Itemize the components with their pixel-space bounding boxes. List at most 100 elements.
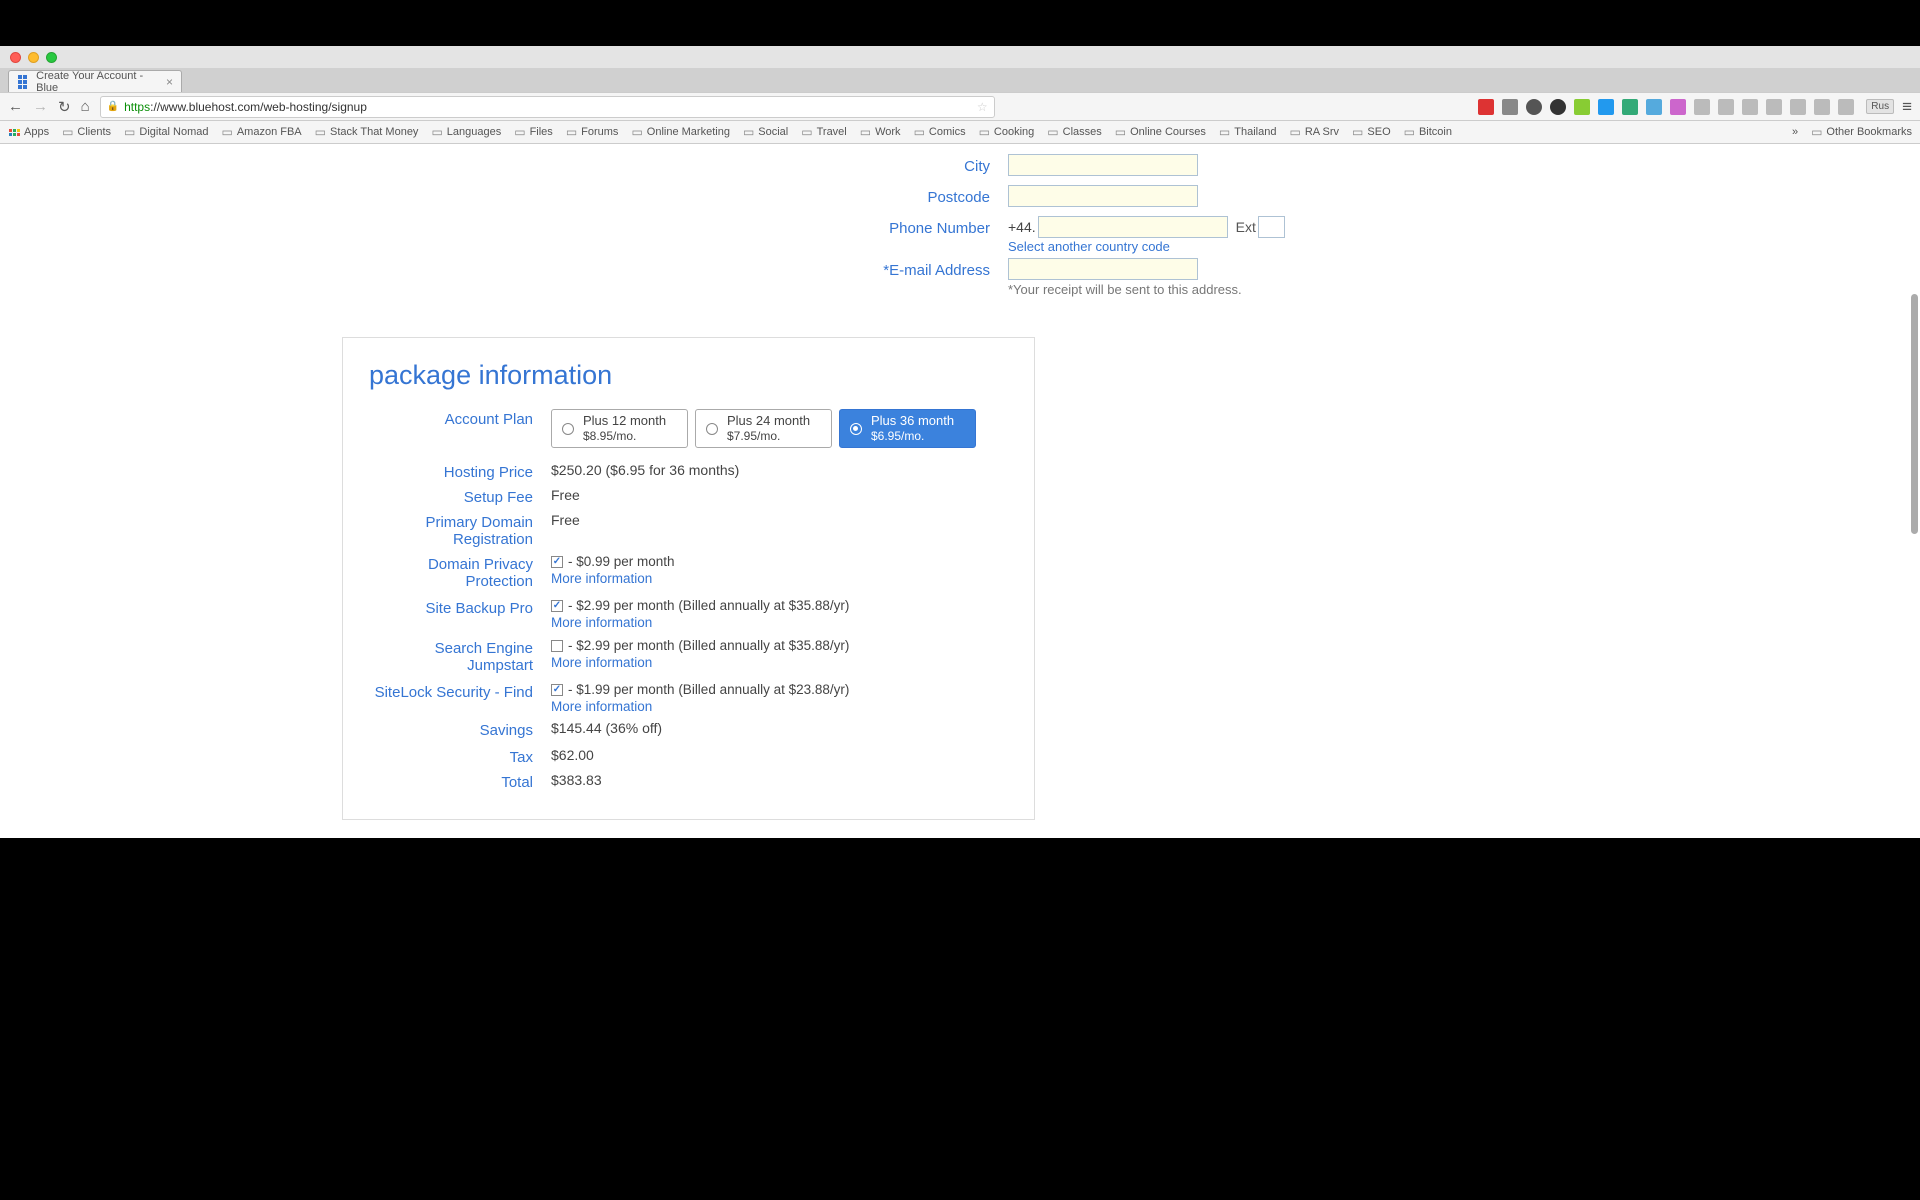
ext-input[interactable] [1258, 216, 1285, 238]
sitelock-more-info[interactable]: More information [551, 699, 1008, 714]
extension-icon[interactable] [1646, 99, 1662, 115]
seo-text: - $2.99 per month (Billed annually at $3… [568, 638, 849, 653]
backup-label: Site Backup Pro [369, 598, 551, 617]
extension-icon[interactable] [1838, 99, 1854, 115]
apps-shortcut[interactable]: Apps [8, 126, 49, 138]
bookmark-folder[interactable]: ▭SEO [1352, 125, 1391, 139]
bookmark-folder[interactable]: ▭Stack That Money [315, 125, 419, 139]
bookmark-folder[interactable]: ▭Languages [431, 125, 501, 139]
extension-icon[interactable] [1478, 99, 1494, 115]
country-code-link[interactable]: Select another country code [1008, 239, 1460, 254]
other-bookmarks[interactable]: ▭Other Bookmarks [1811, 125, 1912, 139]
extension-icon[interactable] [1718, 99, 1734, 115]
window-maximize-button[interactable] [46, 52, 57, 63]
backup-text: - $2.99 per month (Billed annually at $3… [568, 598, 849, 613]
bookmark-folder[interactable]: ▭Work [860, 125, 901, 139]
plan-12-month[interactable]: Plus 12 month$8.95/mo. [551, 409, 688, 448]
extension-icon[interactable] [1502, 99, 1518, 115]
bookmark-folder[interactable]: ▭RA Srv [1289, 125, 1339, 139]
folder-icon: ▭ [1115, 125, 1126, 139]
scrollbar-thumb[interactable] [1911, 294, 1918, 534]
bookmark-folder[interactable]: ▭Online Marketing [631, 125, 730, 139]
bookmark-overflow[interactable]: » [1792, 126, 1798, 138]
window-close-button[interactable] [10, 52, 21, 63]
extension-icon[interactable] [1574, 99, 1590, 115]
bookmark-folder[interactable]: ▭Cooking [979, 125, 1035, 139]
radio-icon [850, 423, 862, 435]
bookmark-folder[interactable]: ▭Forums [566, 125, 619, 139]
plan-24-month[interactable]: Plus 24 month$7.95/mo. [695, 409, 832, 448]
backup-checkbox[interactable] [551, 600, 563, 612]
bookmark-folder[interactable]: ▭Bitcoin [1404, 125, 1452, 139]
page-content: City Postcode Phone Number +44. Ext Sele… [0, 144, 1920, 838]
bookmark-folder[interactable]: ▭Files [514, 125, 553, 139]
extension-icon[interactable] [1622, 99, 1638, 115]
folder-icon: ▭ [979, 125, 990, 139]
bookmark-folder[interactable]: ▭Online Courses [1115, 125, 1206, 139]
privacy-more-info[interactable]: More information [551, 571, 1008, 586]
browser-menu-button[interactable]: ≡ [1902, 97, 1912, 117]
setup-fee-label: Setup Fee [369, 487, 551, 506]
tab-favicon [17, 75, 30, 89]
extension-icon[interactable] [1670, 99, 1686, 115]
bookmark-folder[interactable]: ▭Classes [1047, 125, 1101, 139]
email-input[interactable] [1008, 258, 1198, 280]
extension-icon[interactable] [1598, 99, 1614, 115]
sitelock-checkbox[interactable] [551, 684, 563, 696]
seo-more-info[interactable]: More information [551, 655, 1008, 670]
extension-icon[interactable] [1526, 99, 1542, 115]
folder-icon: ▭ [1047, 125, 1058, 139]
bookmark-folder[interactable]: ▭Comics [914, 125, 966, 139]
address-bar[interactable]: 🔒 https://www.bluehost.com/web-hosting/s… [100, 96, 995, 118]
browser-tab[interactable]: Create Your Account - Blue × [8, 70, 182, 92]
language-badge[interactable]: Rus [1866, 99, 1894, 114]
tax-value: $62.00 [551, 747, 1008, 763]
folder-icon: ▭ [914, 125, 925, 139]
account-plan-label: Account Plan [369, 409, 551, 428]
savings-label: Savings [369, 720, 551, 739]
plan-36-month[interactable]: Plus 36 month$6.95/mo. [839, 409, 976, 448]
phone-prefix: +44. [1008, 219, 1036, 235]
sitelock-label: SiteLock Security - Find [369, 682, 551, 701]
bookmark-folder[interactable]: ▭Thailand [1219, 125, 1277, 139]
extension-icon[interactable] [1766, 99, 1782, 115]
tab-close-icon[interactable]: × [166, 75, 173, 89]
bookmark-folder[interactable]: ▭Amazon FBA [221, 125, 301, 139]
phone-label: Phone Number [460, 216, 1008, 237]
privacy-checkbox[interactable] [551, 556, 563, 568]
postcode-input[interactable] [1008, 185, 1198, 207]
city-input[interactable] [1008, 154, 1198, 176]
browser-tab-strip: Create Your Account - Blue × [0, 68, 1920, 92]
reload-button[interactable]: ↻ [58, 98, 71, 116]
extension-icon[interactable] [1814, 99, 1830, 115]
bookmark-folder[interactable]: ▭Travel [801, 125, 847, 139]
extension-icon[interactable] [1550, 99, 1566, 115]
extension-icon[interactable] [1694, 99, 1710, 115]
bookmark-folder[interactable]: ▭Social [743, 125, 788, 139]
seo-label: Search Engine Jumpstart [369, 638, 551, 674]
extension-icon[interactable] [1742, 99, 1758, 115]
postcode-label: Postcode [460, 185, 1008, 206]
folder-icon: ▭ [1404, 125, 1415, 139]
phone-input[interactable] [1038, 216, 1228, 238]
bookmark-folder[interactable]: ▭Clients [62, 125, 111, 139]
backup-more-info[interactable]: More information [551, 615, 1008, 630]
bookmark-folder[interactable]: ▭Digital Nomad [124, 125, 208, 139]
home-button[interactable]: ⌂ [81, 98, 90, 115]
folder-icon: ▭ [221, 125, 232, 139]
tax-label: Tax [369, 747, 551, 766]
folder-icon: ▭ [124, 125, 135, 139]
setup-fee-value: Free [551, 487, 1008, 503]
folder-icon: ▭ [1289, 125, 1300, 139]
domain-reg-label: Primary Domain Registration [369, 512, 551, 548]
forward-button[interactable]: → [33, 98, 48, 115]
window-minimize-button[interactable] [28, 52, 39, 63]
star-icon[interactable]: ☆ [977, 100, 988, 114]
url-path: ://www.bluehost.com/web-hosting/signup [150, 100, 367, 114]
back-button[interactable]: ← [8, 98, 23, 115]
bookmarks-bar: Apps ▭Clients ▭Digital Nomad ▭Amazon FBA… [0, 121, 1920, 144]
seo-checkbox[interactable] [551, 640, 563, 652]
folder-icon: ▭ [801, 125, 812, 139]
scrollbar[interactable] [1911, 144, 1918, 838]
extension-icon[interactable] [1790, 99, 1806, 115]
